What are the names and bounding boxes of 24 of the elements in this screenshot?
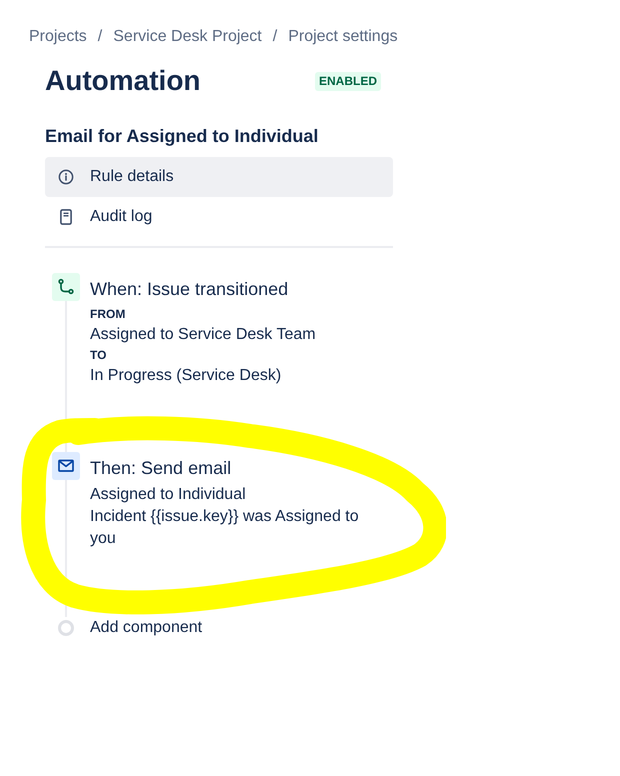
breadcrumb-separator: / [98,27,102,47]
field-value: Incident {{issue.key}} was Assigned to you [90,507,360,549]
component-title[interactable]: When: Issue transitioned [90,277,288,301]
status-badge: ENABLED [314,72,381,90]
document-icon [60,209,72,225]
add-component-link[interactable]: Add component [90,617,202,639]
field-value: Assigned to Service Desk Team [90,325,316,345]
rule-name: Email for Assigned to Individual [45,125,320,148]
field-value: Assigned to Individual [90,485,246,505]
breadcrumb-link[interactable]: Projects [29,27,87,47]
breadcrumb-link[interactable]: Service Desk Project [113,27,262,47]
breadcrumb-separator: / [272,27,278,47]
branch-icon [52,273,80,301]
ring-icon [58,620,74,636]
field-label: TO [90,347,106,364]
component-title[interactable]: Then: Send email [90,456,232,480]
field-value: In Progress (Service Desk) [90,366,282,386]
page-title: Automation [45,64,201,98]
field-label: FROM [90,306,126,323]
mail-icon [52,452,80,480]
breadcrumb-link[interactable]: Project settings [288,27,398,47]
sidebar-item[interactable]: Audit log [45,197,393,237]
sidebar-item[interactable]: Rule details [45,157,393,197]
info-icon [58,169,74,185]
